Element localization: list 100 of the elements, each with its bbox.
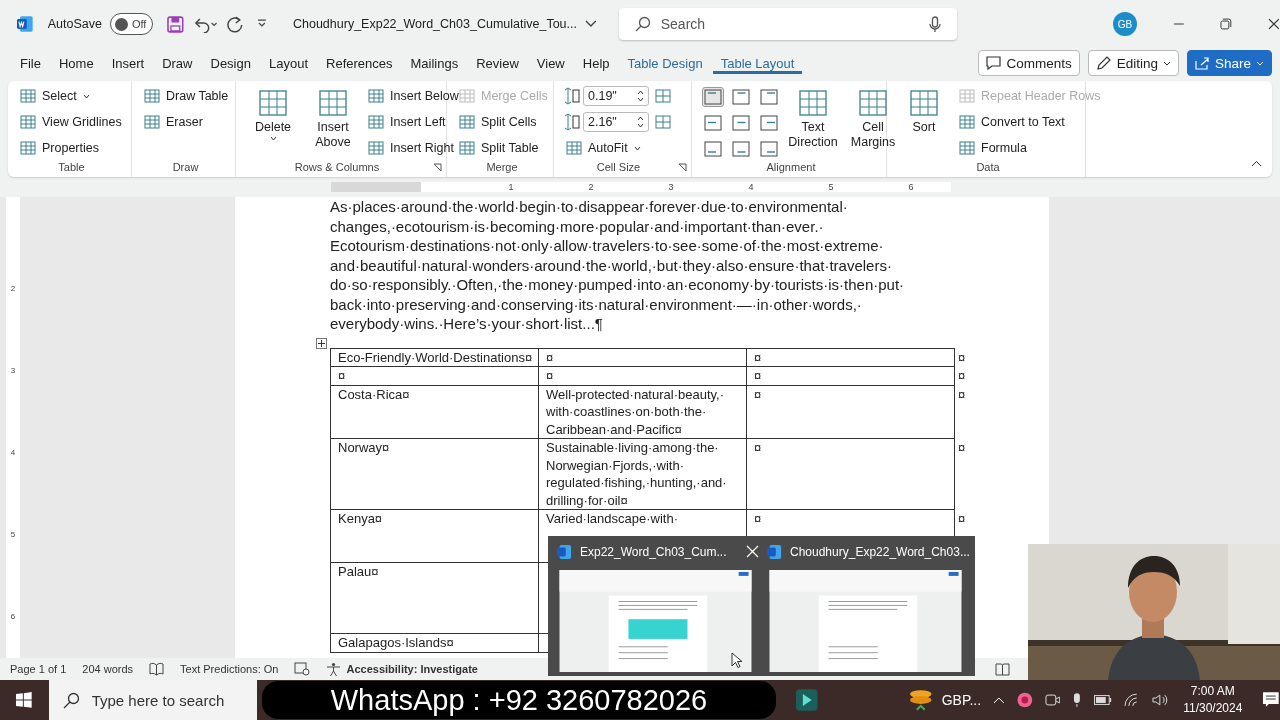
align-button[interactable] [702, 113, 724, 133]
clock-time[interactable]: 7:00 AM [1190, 683, 1235, 700]
ribbon-button[interactable]: Cell Margins [846, 85, 900, 157]
size-field[interactable]: 0.19" [583, 86, 649, 106]
align-icon [732, 115, 750, 131]
word-count[interactable]: 204 words [82, 663, 134, 675]
ribbon-button[interactable]: Text Direction [786, 85, 840, 157]
customize-caret-icon[interactable] [257, 19, 267, 29]
user-avatar[interactable]: GB [1113, 12, 1137, 36]
size-field[interactable]: 2.16" [583, 112, 649, 132]
ribbon-tab[interactable]: Table Layout [712, 52, 803, 74]
ribbon-tab[interactable]: Layout [260, 52, 316, 74]
share-icon [1194, 56, 1210, 70]
document-title[interactable]: Choudhury_Exp22_Word_Ch03_Cumulative_Tou... [293, 17, 577, 31]
accessibility-icon[interactable] [326, 661, 342, 677]
microphone-icon[interactable] [929, 15, 942, 33]
ribbon-button[interactable]: AutoFit [564, 137, 649, 159]
video-editor-app-icon[interactable] [794, 688, 819, 712]
page-count[interactable]: Page 1 of 1 [10, 663, 67, 675]
align-button[interactable] [730, 139, 752, 159]
ribbon-tab[interactable]: Mailings [402, 52, 467, 74]
coins-icon[interactable] [908, 688, 934, 712]
ribbon-button[interactable]: Draw Table [142, 85, 231, 107]
mouse-cursor-icon [731, 652, 743, 668]
search-field[interactable]: Search [618, 8, 958, 40]
speaker-icon[interactable] [1151, 693, 1170, 707]
read-mode-icon[interactable] [995, 662, 1010, 676]
grid-icon [144, 88, 160, 104]
ribbon-tab[interactable]: Draw [154, 52, 201, 74]
align-button[interactable] [758, 87, 780, 107]
close-icon[interactable] [1268, 18, 1280, 30]
window-title[interactable]: Choudhury_Exp22_Word_Ch03... [790, 544, 970, 559]
group-label: Data [976, 161, 1000, 173]
save-icon[interactable] [167, 15, 184, 33]
ribbon-button[interactable]: Insert Above [306, 85, 360, 157]
ribbon-button[interactable]: View Gridlines [18, 111, 124, 133]
align-button[interactable] [758, 139, 780, 159]
ribbon-tab[interactable]: Home [50, 52, 102, 74]
ribbon-button[interactable]: Eraser [142, 111, 231, 133]
distribute-icon[interactable] [655, 114, 671, 130]
comments-button[interactable]: Comments [978, 50, 1080, 76]
ribbon-button[interactable]: Delete [246, 85, 300, 157]
group-label: Cell Size [596, 161, 641, 173]
ribbon-tab[interactable]: File [12, 52, 49, 74]
group-label: Table [58, 161, 85, 173]
ribbon-tab[interactable]: Help [574, 52, 618, 74]
end-of-row-mark: ¤ [958, 348, 966, 366]
battery-icon[interactable] [1094, 695, 1112, 705]
ribbon-tab[interactable]: Design [202, 52, 259, 74]
chevron-up-icon[interactable] [993, 696, 1005, 704]
ribbon-tab[interactable]: Insert [103, 52, 153, 74]
ribbon-button[interactable]: Formula [957, 137, 1103, 159]
ribbon-button[interactable]: Sort [897, 85, 951, 157]
align-button[interactable] [758, 113, 780, 133]
window-thumbnail-drawing[interactable] [558, 569, 753, 672]
editing-button[interactable]: Editing [1087, 50, 1179, 76]
book-icon[interactable] [149, 662, 165, 676]
end-of-row-mark: ¤ [958, 385, 966, 403]
text-predictions-status[interactable]: Text Predictions: On [180, 663, 279, 675]
ribbon-button[interactable]: Properties [18, 137, 124, 159]
redo-icon[interactable] [225, 15, 244, 33]
table-cell-text: Kenya¤ [338, 510, 384, 528]
table-cell-text: Well-protected·natural·beauty,· with·coastlines·on·both·the· Caribbean·and·Pacific¤ [546, 385, 725, 438]
microphone-icon[interactable] [1072, 692, 1083, 708]
restore-icon[interactable] [1220, 18, 1233, 30]
align-button[interactable] [730, 87, 752, 107]
ribbon-tab[interactable]: Review [468, 52, 527, 74]
record-icon[interactable] [1016, 692, 1033, 708]
align-button[interactable] [730, 113, 752, 133]
distribute-icon[interactable] [655, 88, 671, 104]
ribbon-button[interactable]: Convert to Text [957, 111, 1103, 133]
ribbon-tab[interactable]: References [318, 52, 401, 74]
ribbon-button[interactable]: Insert Below [366, 85, 461, 107]
autosave-toggle[interactable]: Off [109, 13, 154, 35]
end-of-row-mark: ¤ [958, 367, 966, 385]
window-title[interactable]: Exp22_Word_Ch03_Cum... [580, 544, 738, 559]
notification-icon[interactable] [1262, 691, 1280, 709]
ruler-number: 6 [908, 182, 914, 192]
table-cell-text: Varied·landscape·with· [546, 510, 679, 528]
ribbon-tab[interactable]: View [528, 52, 573, 74]
share-button[interactable]: Share [1186, 50, 1272, 76]
collapse-ribbon-icon[interactable] [1251, 160, 1262, 167]
window-thumbnail-drawing[interactable] [768, 569, 963, 672]
align-button[interactable] [702, 139, 724, 159]
table-cell-text: ¤ [338, 367, 347, 385]
ribbon-tab[interactable]: Table Design [619, 52, 711, 74]
table-move-handle-icon[interactable] [316, 337, 327, 349]
windows-start-icon[interactable] [15, 691, 33, 709]
clock-date[interactable]: 11/30/2024 [1183, 700, 1243, 717]
wifi-icon[interactable] [1123, 693, 1140, 707]
chevron-down-icon[interactable] [584, 20, 597, 28]
grid-icon [959, 140, 975, 156]
taskbar-search-field[interactable]: Type here to search [48, 680, 257, 720]
dialog-launcher-icon[interactable] [678, 163, 687, 172]
accessibility-status[interactable]: Accessibility: Investigate [346, 663, 478, 675]
ribbon-button[interactable]: Select [18, 85, 124, 107]
camera-icon[interactable] [1044, 693, 1061, 707]
align-icon [704, 115, 722, 131]
app-label[interactable]: GBP... [941, 692, 982, 708]
dialog-launcher-icon[interactable] [433, 163, 442, 172]
